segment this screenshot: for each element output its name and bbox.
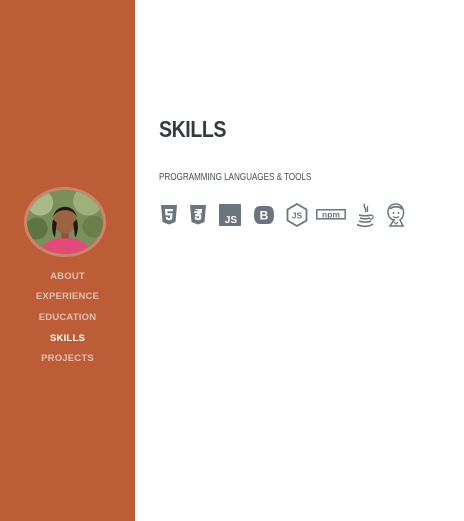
svg-text:JS: JS: [292, 211, 303, 221]
java-icon: [354, 202, 376, 228]
js-icon: JS: [219, 204, 241, 226]
nav-item-education[interactable]: Education: [0, 307, 135, 328]
main-content: Skills Programming Languages & Tools: [135, 0, 464, 521]
profile-photo: [27, 190, 103, 254]
css3-icon: [188, 203, 208, 227]
sidebar: About Experience Education Skills Projec…: [0, 0, 135, 521]
svg-text:npm: npm: [322, 210, 340, 220]
svg-text:JS: JS: [225, 215, 238, 226]
nav-item-experience[interactable]: Experience: [0, 287, 135, 308]
avatar: [24, 187, 106, 257]
svg-text:B: B: [260, 209, 269, 223]
nodejs-icon: JS: [285, 202, 309, 228]
nav-item-about[interactable]: About: [0, 266, 135, 287]
nav-item-skills[interactable]: Skills: [0, 328, 135, 349]
html5-icon: [159, 203, 179, 227]
skill-icons: JS B JS npm: [159, 202, 408, 228]
section-title: Skills: [159, 116, 226, 142]
sidebar-nav: About Experience Education Skills Projec…: [0, 266, 135, 369]
jenkins-icon: [384, 202, 408, 228]
nav-item-projects[interactable]: Projects: [0, 348, 135, 369]
subheading: Programming Languages & Tools: [159, 172, 312, 183]
bootstrap-icon: B: [251, 204, 277, 226]
npm-icon: npm: [316, 208, 346, 222]
